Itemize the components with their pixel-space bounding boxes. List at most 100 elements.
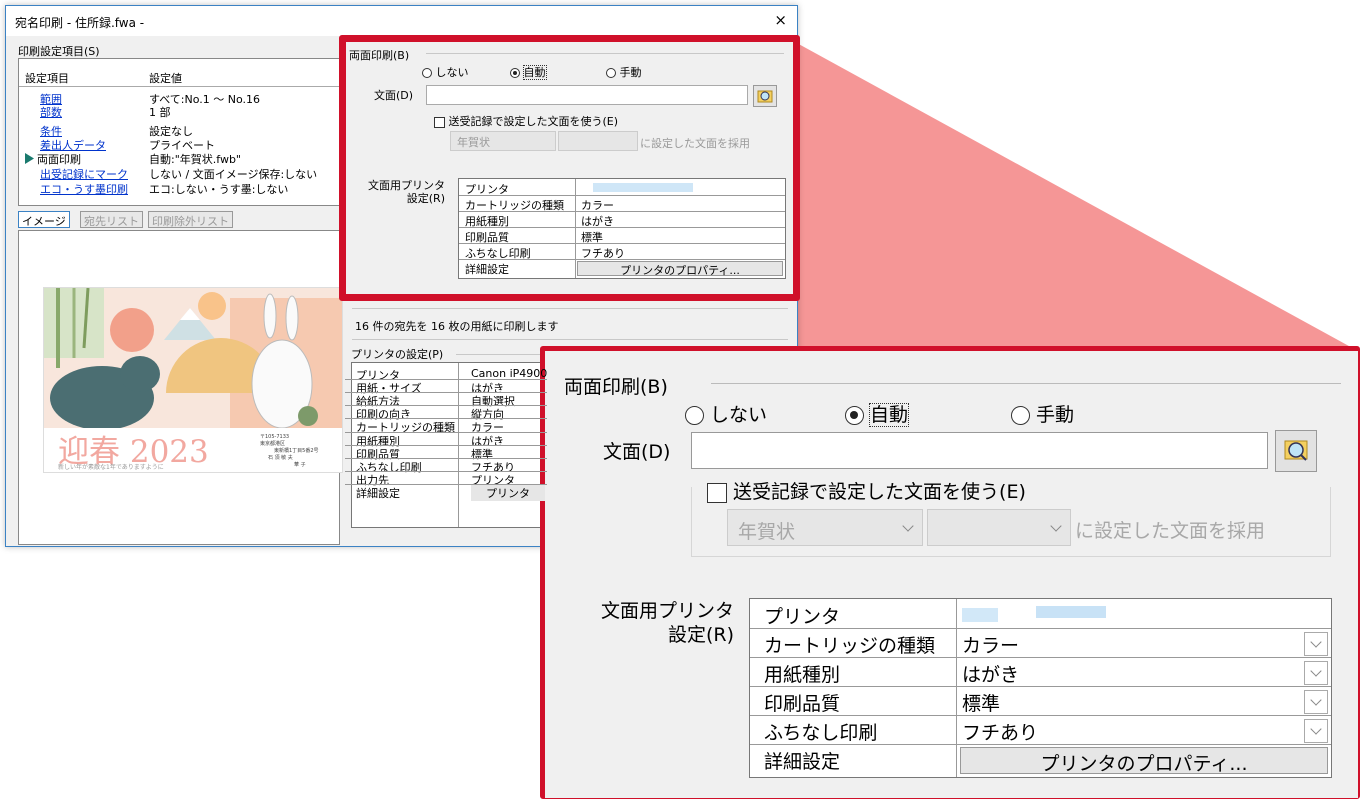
browse-button[interactable] xyxy=(1275,430,1317,472)
borderless-chevron-icon xyxy=(1310,723,1322,735)
radio-manual[interactable]: 手動 xyxy=(1011,400,1074,427)
row-quality-label: 印刷品質 xyxy=(764,693,841,715)
printer-settings-label-line1: 文面用プリンタ xyxy=(601,600,735,622)
design-input[interactable] xyxy=(691,432,1268,469)
record-select2-chevron-icon xyxy=(1050,520,1062,532)
printer-row-value: Canon iP4900 xyxy=(471,367,548,380)
record-select-2[interactable] xyxy=(927,509,1071,546)
small-row-printer: プリンタ xyxy=(465,183,509,196)
printer-value[interactable] xyxy=(962,604,1112,623)
printer-row-divider xyxy=(345,444,547,446)
small-design-input[interactable] xyxy=(426,85,748,105)
small-paper-value[interactable]: はがき xyxy=(581,213,614,229)
cartridge-dropdown[interactable] xyxy=(1304,632,1328,656)
close-icon[interactable]: × xyxy=(774,11,787,29)
printer-section-label: プリンタの設定(P) xyxy=(351,348,444,361)
selected-arrow-icon xyxy=(25,153,34,164)
paper-chevron-icon xyxy=(1310,665,1322,677)
borderless-value[interactable]: フチあり xyxy=(962,718,1038,745)
small-browse-button[interactable] xyxy=(753,85,777,107)
cartridge-chevron-icon xyxy=(1310,636,1322,648)
small-printer-label: 文面用プリンタ 設定(R) xyxy=(368,179,445,205)
paper-dropdown[interactable] xyxy=(1304,661,1328,685)
card-illustration xyxy=(44,288,342,428)
radio-manual-label: 手動 xyxy=(1036,404,1075,426)
small-quality-value[interactable]: 標準 xyxy=(581,229,603,245)
printer-rows: プリンタ Canon iP4900 用紙・サイズ はがき 給紙方法 自動選択 印刷の向き 縦方… xyxy=(345,366,548,528)
printer-row-label: 詳細設定 xyxy=(356,486,400,500)
record-select-value: 年賀状 xyxy=(738,521,796,543)
tab-exclusion-list[interactable]: 印刷除外リスト xyxy=(148,211,233,228)
printer-row-divider xyxy=(345,483,547,485)
card-pref: 東京都港区 xyxy=(260,441,286,447)
image-preview: 迎春 2023 新しい年が素敵な1年でありますように 〒105-7133 東京都… xyxy=(18,230,343,545)
small-row-borderless: ふちなし印刷 xyxy=(465,247,531,260)
title-bar: 宛名印刷 - 住所録.fwa - × xyxy=(6,6,797,36)
record-select[interactable]: 年賀状 xyxy=(727,509,923,546)
record-select-chevron-icon xyxy=(902,520,914,532)
tab-image[interactable]: イメージ xyxy=(18,211,70,228)
card-street: 東新橋1丁目5番2号 xyxy=(274,448,319,454)
zoomed-duplex-panel: 両面印刷(B) しない 自動 手動 文面(D) 送受記録で設定した文面を使う(E… xyxy=(545,351,1358,798)
settings-item-copies[interactable]: 部数 xyxy=(40,104,62,120)
summary-text: 16 件の宛先を 16 枚の用紙に印刷します xyxy=(355,320,559,333)
printer-row-value[interactable]: プリンタ xyxy=(471,484,545,501)
small-row-paper: 用紙種別 xyxy=(465,215,509,228)
quality-dropdown[interactable] xyxy=(1304,690,1328,714)
small-row-quality: 印刷品質 xyxy=(465,231,509,244)
row-paper-label: 用紙種別 xyxy=(764,664,841,686)
radio-auto[interactable]: 自動 xyxy=(845,400,910,427)
small-duplex-label: 両面印刷(B) xyxy=(349,49,410,62)
settings-item-mark[interactable]: 出受記録にマーク xyxy=(40,166,128,182)
small-record-select2[interactable] xyxy=(558,131,638,151)
radio-auto-label: 自動 xyxy=(869,403,910,427)
small-printer-value-blur xyxy=(593,183,693,192)
settings-value-copies: 1 部 xyxy=(149,106,171,119)
small-browse-icon xyxy=(757,90,773,103)
screenshot-stage: 宛名印刷 - 住所録.fwa - × 印刷設定項目(S) 設定項目 設定値 範囲… xyxy=(0,0,1360,799)
small-record-select[interactable]: 年賀状 xyxy=(450,131,556,151)
card-wish: 新しい年が素敵な1年でありますように xyxy=(58,464,164,471)
borderless-dropdown[interactable] xyxy=(1304,719,1328,743)
settings-item-eco[interactable]: エコ・うす墨印刷 xyxy=(40,181,128,197)
window-title: 宛名印刷 - 住所録.fwa - xyxy=(15,16,145,30)
card-address: 〒105-7133 東京都港区 東新橋1丁目5番2号 石 須 敏 夫 華 子 xyxy=(260,434,319,469)
small-radio-none[interactable]: しない xyxy=(422,64,469,80)
settings-header-value: 設定値 xyxy=(149,72,182,85)
settings-value-eco: エコ:しない・うす墨:しない xyxy=(149,183,289,196)
settings-value-mark: しない / 文面イメージ保存:しない xyxy=(149,168,318,181)
printer-row-divider xyxy=(345,392,547,394)
row-detail-label: 詳細設定 xyxy=(764,751,841,773)
small-borderless-value[interactable]: フチあり xyxy=(581,245,625,261)
quality-value[interactable]: 標準 xyxy=(962,689,1000,716)
printer-row-divider xyxy=(345,418,547,420)
design-label: 文面(D) xyxy=(603,441,671,463)
highlight-frame: 両面印刷(B) しない 自動 手動 文面(D) 送受記録で設定した文面を使う(E… xyxy=(339,35,800,301)
row-printer-label: プリンタ xyxy=(764,606,841,628)
printer-properties-button[interactable]: プリンタのプロパティ... xyxy=(960,747,1328,775)
small-radio-auto[interactable]: 自動 xyxy=(510,64,547,80)
printer-row-divider xyxy=(345,405,547,407)
card-name1: 石 須 敏 夫 xyxy=(268,455,293,461)
printer-row-divider xyxy=(345,457,547,459)
small-cartridge-value[interactable]: カラー xyxy=(581,197,614,213)
tab-address-list[interactable]: 宛先リスト xyxy=(80,211,143,228)
printer-settings-grid-zoom: プリンタ カートリッジの種類 カラー 用紙種別 はがき 印刷品質 標準 ふちなし… xyxy=(749,598,1332,778)
card-name2: 華 子 xyxy=(294,462,306,468)
settings-item-duplex[interactable]: 両面印刷 xyxy=(37,151,81,167)
card-postal: 〒105-7133 xyxy=(260,434,290,440)
printer-settings-label: 文面用プリンタ 設定(R) xyxy=(601,599,734,647)
browse-file-icon xyxy=(1284,440,1308,461)
radio-none[interactable]: しない xyxy=(685,400,767,427)
record-suffix: に設定した文面を採用 xyxy=(1075,520,1266,542)
paper-value[interactable]: はがき xyxy=(962,660,1019,687)
cartridge-value[interactable]: カラー xyxy=(962,631,1019,658)
radio-none-label: しない xyxy=(710,404,768,426)
small-radio-manual[interactable]: 手動 xyxy=(606,64,642,80)
small-properties-button[interactable]: プリンタのプロパティ... xyxy=(577,261,783,277)
small-printer-grid: プリンタ カートリッジの種類 カラー 用紙種別 はがき 印刷品質 標準 ふちなし… xyxy=(458,178,786,279)
row-borderless-label: ふちなし印刷 xyxy=(764,722,878,744)
quality-chevron-icon xyxy=(1310,694,1322,706)
small-use-record[interactable]: 送受記録で設定した文面を使う(E) xyxy=(434,113,618,129)
printer-row-divider xyxy=(345,379,547,381)
